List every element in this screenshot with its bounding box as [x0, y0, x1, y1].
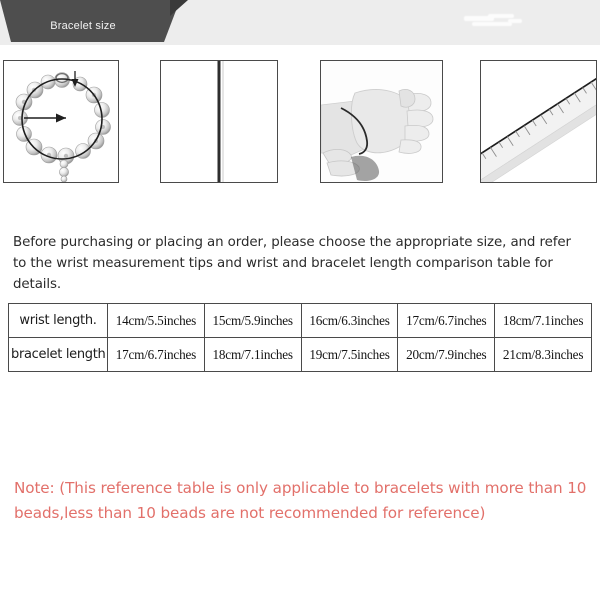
cell-bracelet-2: 18cm/7.1inches	[203, 337, 302, 372]
cell-bracelet-5: 21cm/8.3inches	[494, 337, 592, 372]
page-header: Bracelet size	[0, 0, 600, 45]
cell-wrist-2: 15cm/5.9inches	[203, 303, 302, 338]
cell-wrist-5: 18cm/7.1inches	[494, 303, 592, 338]
header-banner-notch-icon	[170, 0, 188, 16]
size-comparison-table: wrist length. 14cm/5.5inches 15cm/5.9inc…	[8, 303, 592, 372]
measurement-illustrations	[0, 58, 600, 186]
cell-wrist-4: 17cm/6.7inches	[397, 303, 496, 338]
row-label-bracelet-length: bracelet length	[8, 337, 108, 372]
panel-bracelet-diameter	[3, 60, 119, 183]
cell-bracelet-4: 20cm/7.9inches	[397, 337, 496, 372]
table-row: bracelet length 17cm/6.7inches 18cm/7.1i…	[8, 337, 592, 372]
ruler-icon	[481, 61, 596, 182]
intro-paragraph: Before purchasing or placing an order, p…	[13, 235, 571, 292]
row-label-wrist-length: wrist length.	[8, 303, 108, 338]
reference-note: Note: (This reference table is only appl…	[14, 479, 587, 522]
cell-wrist-1: 14cm/5.5inches	[107, 303, 205, 338]
cell-wrist-3: 16cm/6.3inches	[300, 303, 399, 338]
wrist-with-string-icon	[321, 61, 442, 182]
panel-ruler	[480, 60, 597, 183]
header-banner-label: Bracelet size	[50, 20, 116, 32]
header-watermark-icon	[462, 14, 522, 28]
cell-bracelet-3: 19cm/7.5inches	[300, 337, 399, 372]
bracelet-diameter-icon	[12, 71, 111, 182]
straight-string-icon	[161, 61, 277, 182]
table-row: wrist length. 14cm/5.5inches 15cm/5.9inc…	[8, 303, 592, 338]
panel-straight-string	[160, 60, 278, 183]
panel-wrist-measurement	[320, 60, 443, 183]
cell-bracelet-1: 17cm/6.7inches	[107, 337, 205, 372]
